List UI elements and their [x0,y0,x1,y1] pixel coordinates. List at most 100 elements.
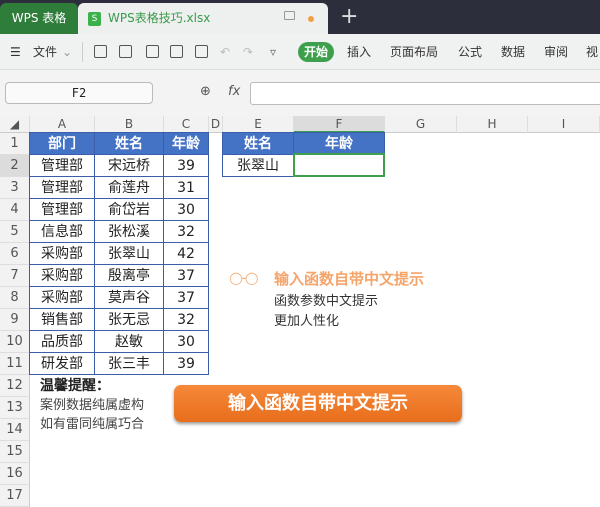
tab-review[interactable]: 审阅 [544,34,568,70]
chevron-down-icon[interactable]: ⌄ [62,34,72,70]
row-header[interactable]: 4 [0,199,30,221]
glasses-icon: ○-○ [229,268,259,287]
table-cell[interactable]: 品质部 [29,330,95,353]
table-cell[interactable]: 管理部 [29,154,95,177]
undo-icon[interactable]: ↶ [220,34,230,70]
table-cell[interactable]: 30 [163,198,209,221]
tab-wps-app[interactable]: WPS 表格 [0,3,78,34]
table-cell[interactable]: 39 [163,352,209,375]
fx-icon[interactable]: fx [228,84,240,99]
open-icon[interactable] [94,45,107,58]
column-header[interactable]: I [528,116,600,133]
table-cell[interactable]: 张无忌 [94,308,164,331]
row-header[interactable]: 13 [0,397,30,419]
lookup-header-cell[interactable]: 姓名 [222,132,294,155]
tab-data[interactable]: 数据 [501,34,525,70]
column-header[interactable]: D [209,116,223,133]
column-header[interactable]: F [294,116,385,133]
note-line: 案例数据纯属虚构 [40,398,145,413]
row-header[interactable]: 12 [0,375,30,397]
table-cell[interactable]: 俞岱岩 [94,198,164,221]
table-cell[interactable]: 赵敏 [94,330,164,353]
row-header[interactable]: 9 [0,309,30,331]
selected-cell-f2[interactable] [293,153,385,177]
table-cell[interactable]: 张三丰 [94,352,164,375]
column-header[interactable]: A [30,116,95,133]
table-cell[interactable]: 殷离亭 [94,264,164,287]
column-header[interactable]: B [95,116,164,133]
row-header[interactable]: 11 [0,353,30,375]
save-icon[interactable] [119,45,132,58]
formula-bar: F2 ⊕ fx [0,70,600,116]
column-header[interactable]: H [457,116,528,133]
lookup-header-cell[interactable]: 年龄 [293,132,385,155]
tab-file[interactable]: S WPS表格技巧.xlsx [78,3,328,34]
row-header[interactable]: 7 [0,265,30,287]
monitor-icon[interactable] [284,11,295,20]
tab-insert[interactable]: 插入 [347,34,371,70]
tip-line: 函数参数中文提示 [274,294,379,309]
table-cell[interactable]: 采购部 [29,286,95,309]
tab-bar: WPS 表格 S WPS表格技巧.xlsx + [0,0,600,34]
table-cell[interactable]: 42 [163,242,209,265]
table-cell[interactable]: 销售部 [29,308,95,331]
banner-button[interactable]: 输入函数自带中文提示 [174,385,462,422]
toolbar: ☰ 文件 ⌄ ↶ ↷ ▿ 开始 插入 页面布局 公式 数据 审阅 视 [0,34,600,70]
print-icon[interactable] [170,45,183,58]
table-cell[interactable]: 张翠山 [94,242,164,265]
spreadsheet-icon: S [88,12,101,26]
table-cell[interactable]: 采购部 [29,264,95,287]
row-header[interactable]: 6 [0,243,30,265]
tab-page-layout[interactable]: 页面布局 [390,34,438,70]
tab-formula[interactable]: 公式 [458,34,482,70]
file-menu[interactable]: 文件 [33,34,57,70]
table-header-cell[interactable]: 部门 [29,132,95,155]
zoom-search-icon[interactable]: ⊕ [200,84,211,99]
new-tab-button[interactable]: + [340,3,358,31]
table-cell[interactable]: 39 [163,154,209,177]
lookup-name-cell[interactable]: 张翠山 [222,154,294,177]
formula-input[interactable] [250,82,600,105]
tip-line: 更加人性化 [274,314,340,329]
name-box[interactable]: F2 [5,82,153,104]
column-header[interactable]: E [223,116,294,133]
table-cell[interactable]: 32 [163,308,209,331]
table-cell[interactable]: 张松溪 [94,220,164,243]
row-header[interactable]: 3 [0,177,30,199]
row-header[interactable]: 2 [0,155,30,177]
row-header[interactable]: 8 [0,287,30,309]
table-cell[interactable]: 37 [163,286,209,309]
hamburger-icon[interactable]: ☰ [10,34,21,70]
row-header[interactable]: 1 [0,133,30,155]
print-preview-icon[interactable] [195,45,208,58]
row-header[interactable]: 14 [0,419,30,441]
table-cell[interactable]: 采购部 [29,242,95,265]
file-name: WPS表格技巧.xlsx [108,11,211,25]
row-header[interactable]: 5 [0,221,30,243]
table-cell[interactable]: 信息部 [29,220,95,243]
table-cell[interactable]: 30 [163,330,209,353]
table-cell[interactable]: 37 [163,264,209,287]
tab-view[interactable]: 视 [586,34,598,70]
table-header-cell[interactable]: 年龄 [163,132,209,155]
table-header-cell[interactable]: 姓名 [94,132,164,155]
table-cell[interactable]: 31 [163,176,209,199]
row-header[interactable]: 16 [0,463,30,485]
table-cell[interactable]: 32 [163,220,209,243]
row-header[interactable]: 15 [0,441,30,463]
table-cell[interactable]: 管理部 [29,176,95,199]
pdf-icon[interactable] [146,45,159,58]
table-cell[interactable]: 管理部 [29,198,95,221]
table-cell[interactable]: 莫声谷 [94,286,164,309]
select-all-corner[interactable]: ◢ [0,116,30,133]
column-header[interactable]: C [164,116,209,133]
table-cell[interactable]: 研发部 [29,352,95,375]
row-header[interactable]: 10 [0,331,30,353]
tab-start[interactable]: 开始 [298,42,334,62]
more-icon[interactable]: ▿ [270,34,276,70]
row-header[interactable]: 17 [0,485,30,507]
table-cell[interactable]: 宋远桥 [94,154,164,177]
table-cell[interactable]: 俞莲舟 [94,176,164,199]
column-header[interactable]: G [385,116,457,133]
redo-icon[interactable]: ↷ [243,34,253,70]
